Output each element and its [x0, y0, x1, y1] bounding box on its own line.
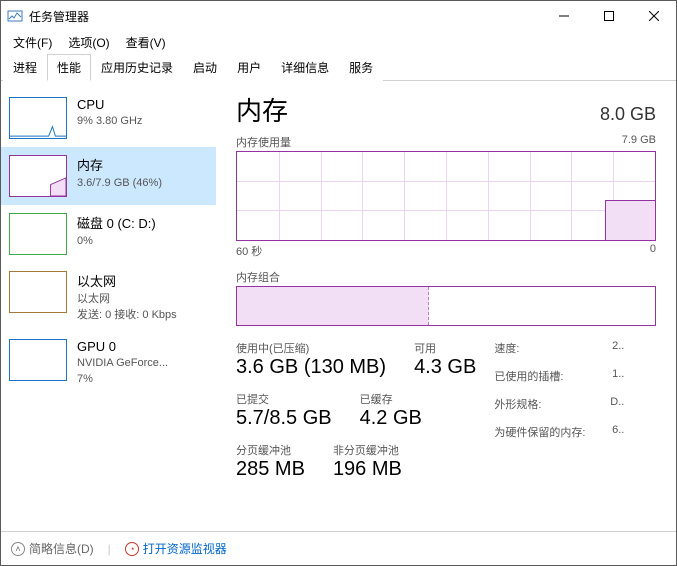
monitor-icon: ◔ — [125, 542, 139, 556]
usage-chart-label: 内存使用量 — [236, 134, 291, 150]
cpu-label: CPU — [77, 97, 142, 112]
gpu-sub2: 7% — [77, 372, 168, 386]
form-key: 外形规格: — [494, 396, 541, 412]
chevron-up-icon: ˄ — [11, 542, 25, 556]
disk-label: 磁盘 0 (C: D:) — [77, 213, 156, 232]
xaxis-right: 0 — [650, 243, 656, 259]
speed-val: 2.. — [612, 340, 624, 356]
ethernet-label: 以太网 — [77, 271, 177, 290]
memory-usage-chart[interactable] — [236, 151, 656, 241]
reserved-key: 为硬件保留的内存: — [494, 424, 585, 440]
menu-options[interactable]: 选项(O) — [60, 32, 117, 53]
reserved-val: 6.. — [612, 424, 624, 440]
composition-label: 内存组合 — [236, 269, 280, 285]
memory-sublabel: 3.6/7.9 GB (46%) — [77, 176, 162, 190]
content-area: CPU 9% 3.80 GHz 内存 3.6/7.9 GB (46%) 磁盘 0… — [1, 81, 676, 531]
tab-details[interactable]: 详细信息 — [271, 54, 339, 81]
paged-value: 285 MB — [236, 458, 305, 481]
nonpaged-label: 非分页缓冲池 — [333, 442, 402, 458]
committed-label: 已提交 — [236, 391, 332, 407]
in-use-value: 3.6 GB (130 MB) — [236, 356, 386, 379]
cpu-thumbnail — [9, 97, 67, 139]
slots-key: 已使用的插槽: — [494, 368, 563, 384]
tabstrip: 进程 性能 应用历史记录 启动 用户 详细信息 服务 — [1, 53, 676, 81]
menu-file[interactable]: 文件(F) — [5, 32, 60, 53]
sidebar-item-memory[interactable]: 内存 3.6/7.9 GB (46%) — [1, 147, 216, 205]
available-label: 可用 — [414, 340, 476, 356]
memory-composition-chart[interactable] — [236, 286, 656, 326]
tab-startup[interactable]: 启动 — [183, 54, 227, 81]
memory-label: 内存 — [77, 155, 162, 174]
titlebar: 任务管理器 — [1, 1, 676, 31]
usage-chart-max: 7.9 GB — [622, 134, 656, 150]
footer-separator: | — [108, 542, 111, 556]
fewer-details-link[interactable]: ˄ 简略信息(D) — [11, 540, 94, 557]
gpu-label: GPU 0 — [77, 339, 168, 354]
sidebar-item-disk[interactable]: 磁盘 0 (C: D:) 0% — [1, 205, 216, 263]
sidebar-item-gpu[interactable]: GPU 0 NVIDIA GeForce... 7% — [1, 331, 216, 395]
nonpaged-value: 196 MB — [333, 458, 402, 481]
ethernet-sub1: 以太网 — [77, 292, 177, 306]
minimize-button[interactable] — [541, 1, 586, 31]
tab-performance[interactable]: 性能 — [47, 54, 91, 81]
speed-key: 速度: — [494, 340, 519, 356]
ethernet-sub2: 发送: 0 接收: 0 Kbps — [77, 308, 177, 322]
detail-panel: 内存 8.0 GB 内存使用量 7.9 GB 60 秒 0 内存组合 — [216, 81, 676, 531]
maximize-button[interactable] — [586, 1, 631, 31]
tab-processes[interactable]: 进程 — [3, 54, 47, 81]
gpu-thumbnail — [9, 339, 67, 381]
disk-thumbnail — [9, 213, 67, 255]
tab-services[interactable]: 服务 — [339, 54, 383, 81]
cached-value: 4.2 GB — [360, 407, 422, 430]
disk-sublabel: 0% — [77, 234, 156, 248]
ethernet-thumbnail — [9, 271, 67, 313]
memory-thumbnail — [9, 155, 67, 197]
detail-title: 内存 — [236, 91, 288, 128]
slots-val: 1.. — [612, 368, 624, 384]
cached-label: 已缓存 — [360, 391, 422, 407]
memory-stats: 使用中(已压缩) 3.6 GB (130 MB) 可用 4.3 GB 已提交 5… — [236, 340, 656, 481]
xaxis-left: 60 秒 — [236, 243, 262, 259]
performance-sidebar[interactable]: CPU 9% 3.80 GHz 内存 3.6/7.9 GB (46%) 磁盘 0… — [1, 81, 216, 531]
menubar: 文件(F) 选项(O) 查看(V) — [1, 31, 676, 53]
committed-value: 5.7/8.5 GB — [236, 407, 332, 430]
open-resource-monitor-link[interactable]: ◔ 打开资源监视器 — [125, 540, 227, 557]
window-controls — [541, 1, 676, 31]
close-button[interactable] — [631, 1, 676, 31]
sidebar-item-ethernet[interactable]: 以太网 以太网 发送: 0 接收: 0 Kbps — [1, 263, 216, 331]
total-memory: 8.0 GB — [600, 104, 656, 125]
sidebar-item-cpu[interactable]: CPU 9% 3.80 GHz — [1, 89, 216, 147]
window-title: 任务管理器 — [29, 8, 541, 25]
paged-label: 分页缓冲池 — [236, 442, 305, 458]
available-value: 4.3 GB — [414, 356, 476, 379]
cpu-sublabel: 9% 3.80 GHz — [77, 114, 142, 128]
gpu-sub1: NVIDIA GeForce... — [77, 356, 168, 370]
menu-view[interactable]: 查看(V) — [118, 32, 174, 53]
tab-app-history[interactable]: 应用历史记录 — [91, 54, 183, 81]
footer: ˄ 简略信息(D) | ◔ 打开资源监视器 — [1, 531, 676, 565]
tab-users[interactable]: 用户 — [227, 54, 271, 81]
form-val: D.. — [610, 396, 624, 412]
in-use-label: 使用中(已压缩) — [236, 340, 386, 356]
app-icon — [7, 8, 23, 24]
